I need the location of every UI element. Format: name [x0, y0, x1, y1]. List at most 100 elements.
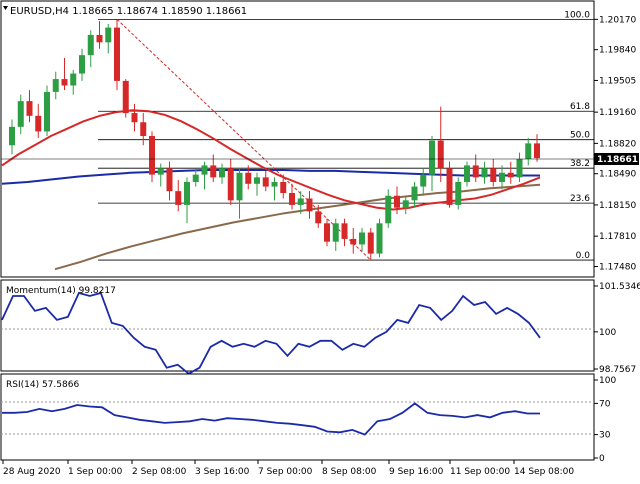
candle-body — [411, 186, 418, 201]
momentum-label: 100 — [599, 328, 616, 338]
time-label: 1 Sep 00:00 — [68, 467, 123, 477]
candle-body — [149, 136, 155, 175]
fib-level-label: 23.6 — [570, 194, 590, 204]
candle-body — [490, 168, 497, 182]
candle-body — [192, 174, 199, 182]
candle-body — [271, 181, 278, 187]
momentum-axis: 101.5346 100 98.7567 — [594, 282, 640, 375]
candle — [455, 177, 462, 210]
symbol-header: EURUSD,H4 1.18665 1.18674 1.18590 1.1866… — [10, 6, 247, 17]
price-label: 1.20170 — [599, 15, 636, 25]
momentum-title: Momentum(14) 99.8217 — [6, 286, 116, 296]
candle-body — [481, 168, 488, 178]
candle-body — [175, 191, 182, 205]
candle-body — [87, 34, 94, 56]
candle-body — [367, 232, 374, 254]
momentum-pane[interactable]: Momentum(14) 99.8217 — [0, 279, 595, 375]
candle-body — [350, 238, 357, 245]
time-label: 7 Sep 00:00 — [258, 467, 313, 477]
candle-body — [525, 143, 532, 159]
price-label: 1.19840 — [599, 46, 636, 56]
candle-body — [262, 177, 269, 187]
fib-level-label: 100.0 — [564, 10, 590, 20]
candle — [114, 19, 120, 91]
candle-body — [157, 168, 164, 175]
rsi-axis: 100 70 30 0 — [594, 376, 616, 464]
candle-body — [131, 113, 138, 123]
candle-body — [429, 140, 435, 175]
time-label: 3 Sep 16:00 — [195, 467, 250, 477]
candle-body — [35, 115, 42, 132]
price-label: 1.18490 — [599, 170, 636, 180]
candle — [122, 79, 129, 118]
candle-body — [61, 79, 68, 86]
candle — [376, 218, 383, 258]
price-label: 1.18150 — [599, 201, 636, 211]
candle-body — [324, 223, 330, 242]
candle-body — [332, 223, 339, 242]
fib-level-label: 38.2 — [570, 159, 590, 169]
candle-body — [297, 198, 304, 205]
price-label: 1.17480 — [599, 262, 636, 272]
price-label: 1.18820 — [599, 139, 636, 149]
candle-body — [289, 192, 295, 205]
candle-body — [96, 34, 103, 43]
time-label: 28 Aug 2020 — [3, 467, 61, 477]
main-pane[interactable]: 100.0 61.8 50.0 38.2 23.6 0.0 EURUSD,H4 1.186… — [0, 0, 595, 278]
rsi-title: RSI(14) 57.5866 — [6, 380, 79, 390]
candle-body — [306, 198, 313, 212]
candle-body — [184, 181, 190, 205]
candle-body — [376, 223, 383, 254]
candle-body — [245, 172, 252, 184]
rsi-label: 100 — [599, 376, 616, 386]
time-label: 11 Sep 00:00 — [450, 467, 510, 477]
rsi-pane[interactable]: RSI(14) 57.5866 — [0, 373, 595, 461]
candle-body — [420, 174, 427, 187]
candle-body — [122, 80, 129, 114]
trading-chart[interactable]: 100.0 61.8 50.0 38.2 23.6 0.0 EURUSD,H4 1.186… — [0, 0, 640, 480]
candle-body — [52, 79, 59, 92]
candle-body — [472, 165, 479, 178]
candle-body — [44, 91, 50, 132]
candle-body — [455, 181, 462, 205]
candle-body — [166, 168, 173, 192]
candle — [44, 85, 50, 137]
candle-body — [236, 172, 243, 201]
candle-body — [341, 223, 348, 239]
candle-body — [280, 181, 287, 193]
candle-body — [140, 122, 147, 137]
rsi-label: 70 — [599, 399, 611, 409]
price-label: 1.19505 — [599, 76, 636, 86]
candle-body — [210, 165, 217, 178]
chart-svg: 100.0 61.8 50.0 38.2 23.6 0.0 EURUSD,H4 1.186… — [0, 0, 640, 477]
candle-body — [534, 143, 540, 159]
fib-level-label: 50.0 — [570, 131, 590, 141]
candle-body — [516, 158, 523, 178]
candle-body — [70, 73, 77, 86]
time-label: 14 Sep 08:00 — [514, 467, 574, 477]
candle-body — [201, 165, 208, 175]
time-label: 2 Sep 08:00 — [132, 467, 187, 477]
candle-body — [394, 195, 400, 208]
rsi-label: 0 — [599, 454, 605, 464]
candle-body — [79, 55, 85, 74]
time-label: 8 Sep 08:00 — [322, 467, 377, 477]
price-label: 1.17810 — [599, 232, 636, 242]
current-price-label: 1.18661 — [597, 155, 638, 165]
candle-body — [254, 177, 260, 184]
candle-body — [359, 232, 365, 245]
candle-body — [219, 168, 225, 178]
candle-body — [114, 27, 120, 81]
candle-body — [402, 200, 409, 208]
fib-level-label: 61.8 — [570, 102, 590, 112]
candle-body — [446, 168, 453, 205]
price-label: 1.19160 — [599, 108, 636, 118]
candle-body — [464, 165, 470, 182]
candle-body — [507, 172, 514, 178]
candle-body — [499, 172, 505, 182]
time-axis: 28 Aug 2020 1 Sep 00:00 2 Sep 08:00 3 Sep 1… — [2, 460, 574, 477]
momentum-label: 101.5346 — [599, 282, 640, 292]
candle — [149, 131, 155, 182]
time-label: 9 Sep 16:00 — [389, 467, 444, 477]
candle-body — [105, 27, 112, 43]
